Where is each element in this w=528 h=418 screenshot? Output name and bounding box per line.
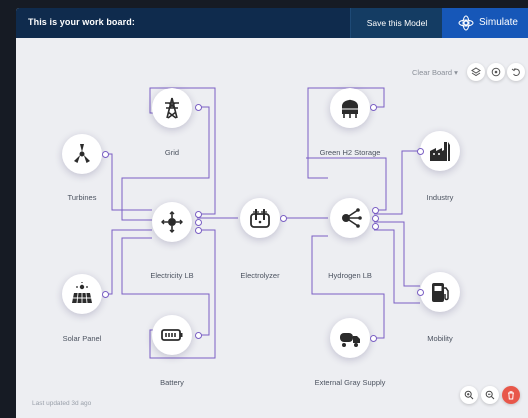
solar-panel-icon: [72, 282, 92, 304]
industry-node[interactable]: [420, 131, 460, 171]
solar-panel-port[interactable]: [102, 291, 109, 298]
grid-port[interactable]: [195, 104, 202, 111]
tanker-truck-icon: [340, 333, 360, 347]
work-board: This is your work board: Save this Model…: [16, 8, 528, 418]
zoom-out-icon: [485, 390, 495, 400]
industry-label: Industry: [426, 193, 454, 202]
electrolyzer-port[interactable]: [280, 215, 287, 222]
green-h2-storage-label: Green H2 Storage: [319, 148, 381, 157]
solar-panel-node[interactable]: [62, 274, 102, 314]
fuel-pump-icon: [432, 283, 449, 302]
turbines-node[interactable]: [62, 134, 102, 174]
zoom-out-button[interactable]: [481, 386, 499, 404]
hydrogen-lb-node[interactable]: [330, 198, 370, 238]
electricity-lb-port-2[interactable]: [195, 219, 202, 226]
external-gray-supply-label: External Gray Supply: [314, 378, 386, 387]
hydrogen-hub-icon: [342, 208, 362, 228]
zoom-in-button[interactable]: [460, 386, 478, 404]
storage-tank-icon: [342, 99, 358, 118]
electrolyzer-icon: [250, 209, 270, 228]
battery-port[interactable]: [195, 332, 202, 339]
electricity-lb-node[interactable]: [152, 202, 192, 242]
industry-port[interactable]: [417, 148, 424, 155]
battery-label: Battery: [160, 378, 184, 387]
external-gray-supply-port[interactable]: [370, 335, 377, 342]
battery-icon: [161, 329, 183, 341]
mobility-port[interactable]: [417, 289, 424, 296]
electricity-lb-port-3[interactable]: [195, 227, 202, 234]
grid-node[interactable]: [152, 88, 192, 128]
hydrogen-lb-port-1[interactable]: [372, 207, 379, 214]
zoom-in-icon: [464, 390, 474, 400]
external-gray-supply-node[interactable]: [330, 318, 370, 358]
hydrogen-lb-port-3[interactable]: [372, 223, 379, 230]
mobility-node[interactable]: [420, 272, 460, 312]
green-h2-storage-port[interactable]: [370, 104, 377, 111]
grid-label: Grid: [164, 148, 180, 157]
hydrogen-lb-port-2[interactable]: [372, 215, 379, 222]
battery-node[interactable]: [152, 315, 192, 355]
electricity-lb-port-1[interactable]: [195, 211, 202, 218]
electrolyzer-node[interactable]: [240, 198, 280, 238]
turbines-port[interactable]: [102, 151, 109, 158]
trash-icon: [508, 391, 514, 400]
green-h2-storage-node[interactable]: [330, 88, 370, 128]
wind-turbine-icon: [74, 144, 90, 163]
delete-button[interactable]: [502, 386, 520, 404]
solar-panel-label: Solar Panel: [62, 334, 102, 343]
last-updated-text: Last updated 3d ago: [32, 400, 92, 407]
turbines-label: Turbines: [67, 193, 97, 202]
factory-icon: [430, 142, 450, 161]
mobility-label: Mobility: [427, 334, 453, 343]
distribution-hub-icon: [161, 211, 183, 233]
hydrogen-lb-label: Hydrogen LB: [328, 271, 372, 280]
power-pylon-icon: [165, 97, 179, 119]
